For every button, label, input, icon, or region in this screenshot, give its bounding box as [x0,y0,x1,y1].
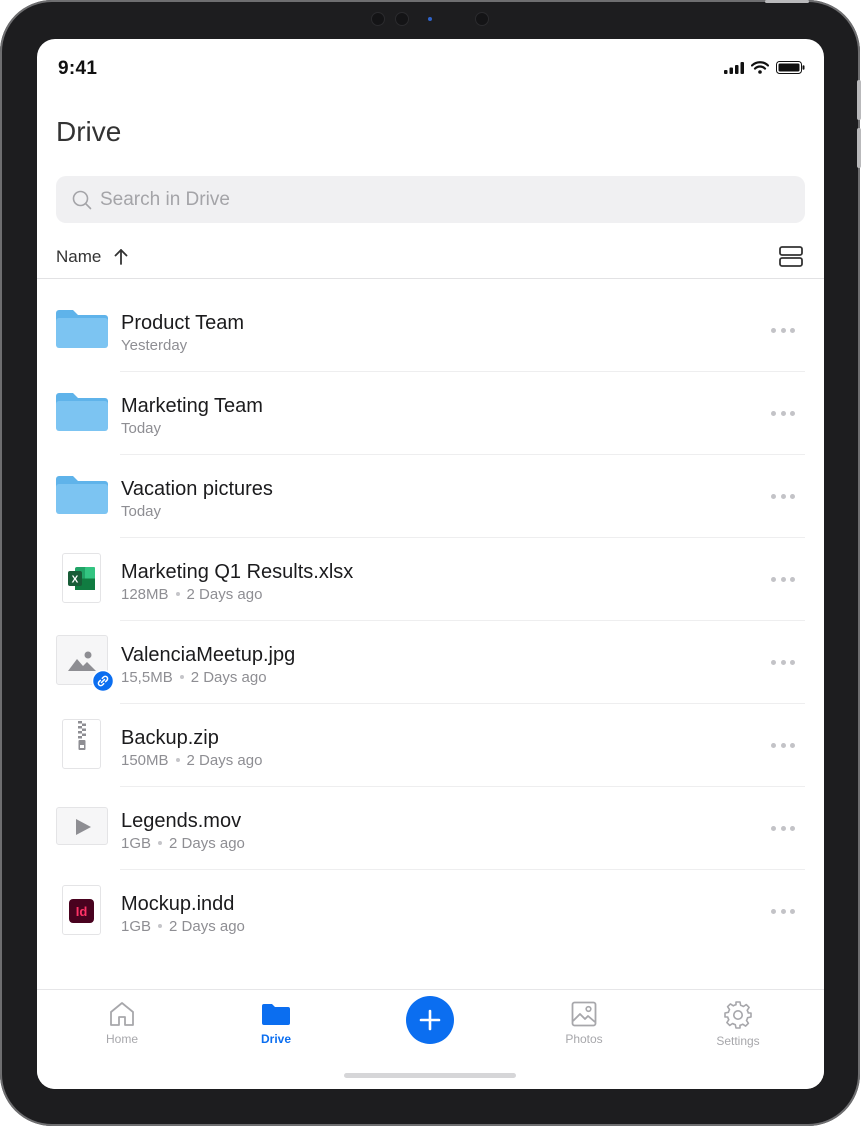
header-divider [37,278,824,279]
search-icon [72,190,92,209]
file-name: Vacation pictures [121,478,273,500]
file-name: Product Team [121,312,245,334]
tab-label: Drive [260,1032,292,1046]
file-thumbnail [56,801,108,853]
svg-text:Id: Id [76,904,88,919]
file-thumbnail [56,635,114,692]
file-name: Legends.mov [121,810,242,832]
status-icons [724,61,805,74]
folder-icon [56,386,108,438]
file-meta: 1GB 2 Days ago [121,918,245,935]
indesign-icon: Id [69,899,94,923]
more-options-button[interactable] [771,657,795,667]
more-options-button[interactable] [771,574,795,584]
list-item-folder[interactable]: Vacation pictures Today [56,455,805,538]
file-name: Marketing Team [121,395,263,417]
volume-button [857,80,861,120]
svg-text:X: X [72,575,79,586]
tab-drive[interactable]: Drive [231,1000,321,1046]
file-list: Product Team Yesterday Marketing Team To… [56,289,805,953]
file-meta: Yesterday [121,337,188,354]
add-button[interactable] [406,996,454,1044]
link-icon [92,670,114,692]
gear-icon [724,1001,752,1029]
file-meta: 150MB 2 Days ago [121,752,263,769]
battery-icon [776,61,805,74]
home-icon [110,1002,134,1026]
list-item-file[interactable]: Id Mockup.indd 1GB 2 Days ago [56,870,805,953]
zip-icon [78,721,86,750]
list-item-folder[interactable]: Marketing Team Today [56,372,805,455]
more-options-button[interactable] [771,740,795,750]
volume-button [857,128,861,168]
excel-icon: X [68,567,95,590]
file-meta: 128MB 2 Days ago [121,586,263,603]
photos-icon [571,1001,597,1027]
status-bar: 9:41 [37,39,824,99]
file-meta: Today [121,420,162,437]
file-thumbnail [56,718,108,770]
cellular-signal-icon [724,61,744,74]
camera-bar [365,10,495,28]
page-title: Drive [56,116,122,147]
status-time: 9:41 [58,58,98,79]
play-icon [76,819,91,835]
more-options-button[interactable] [771,906,795,916]
view-toggle-icon[interactable] [779,246,803,267]
list-item-file[interactable]: ValenciaMeetup.jpg 15,5MB 2 Days ago [56,621,805,704]
sort-bar: Name [56,242,805,272]
tab-settings[interactable]: Settings [693,1000,783,1048]
list-item-file[interactable]: X Marketing Q1 Results.xlsx 128MB 2 Days … [56,538,805,621]
search-input[interactable]: Search in Drive [56,176,805,223]
file-name: ValenciaMeetup.jpg [121,644,296,666]
power-button [765,0,809,3]
more-options-button[interactable] [771,325,795,335]
list-item-folder[interactable]: Product Team Yesterday [56,289,805,372]
file-name: Marketing Q1 Results.xlsx [121,561,354,583]
tab-home[interactable]: Home [77,1000,167,1046]
search-placeholder: Search in Drive [100,188,230,210]
file-meta: 1GB 2 Days ago [121,835,245,852]
more-options-button[interactable] [771,408,795,418]
tablet-device-frame: 9:41 Drive Search in Drive Name Product … [0,0,861,1126]
sort-by-name-button[interactable]: Name [56,247,101,267]
screen: 9:41 Drive Search in Drive Name Product … [37,39,824,1089]
plus-icon [419,1009,441,1031]
file-thumbnail: Id [56,884,108,936]
folder-icon [56,469,108,521]
tab-label: Home [105,1032,138,1046]
home-indicator [344,1073,516,1078]
more-options-button[interactable] [771,491,795,501]
list-item-file[interactable]: Backup.zip 150MB 2 Days ago [56,704,805,787]
file-name: Mockup.indd [121,893,235,915]
file-name: Backup.zip [121,727,219,749]
tab-label: Settings [716,1034,760,1048]
wifi-icon [751,61,769,74]
tab-photos[interactable]: Photos [539,1000,629,1046]
list-item-file[interactable]: Legends.mov 1GB 2 Days ago [56,787,805,870]
folder-icon [262,1004,290,1025]
tab-label: Photos [565,1032,603,1046]
file-meta: 15,5MB 2 Days ago [121,669,267,686]
image-icon [68,651,96,671]
more-options-button[interactable] [771,823,795,833]
file-meta: Today [121,503,162,520]
folder-icon [56,303,108,355]
tab-bar: Home Drive Photos Settings [37,989,824,1089]
sort-arrow-up-icon[interactable] [114,248,128,265]
file-thumbnail: X [56,552,108,604]
